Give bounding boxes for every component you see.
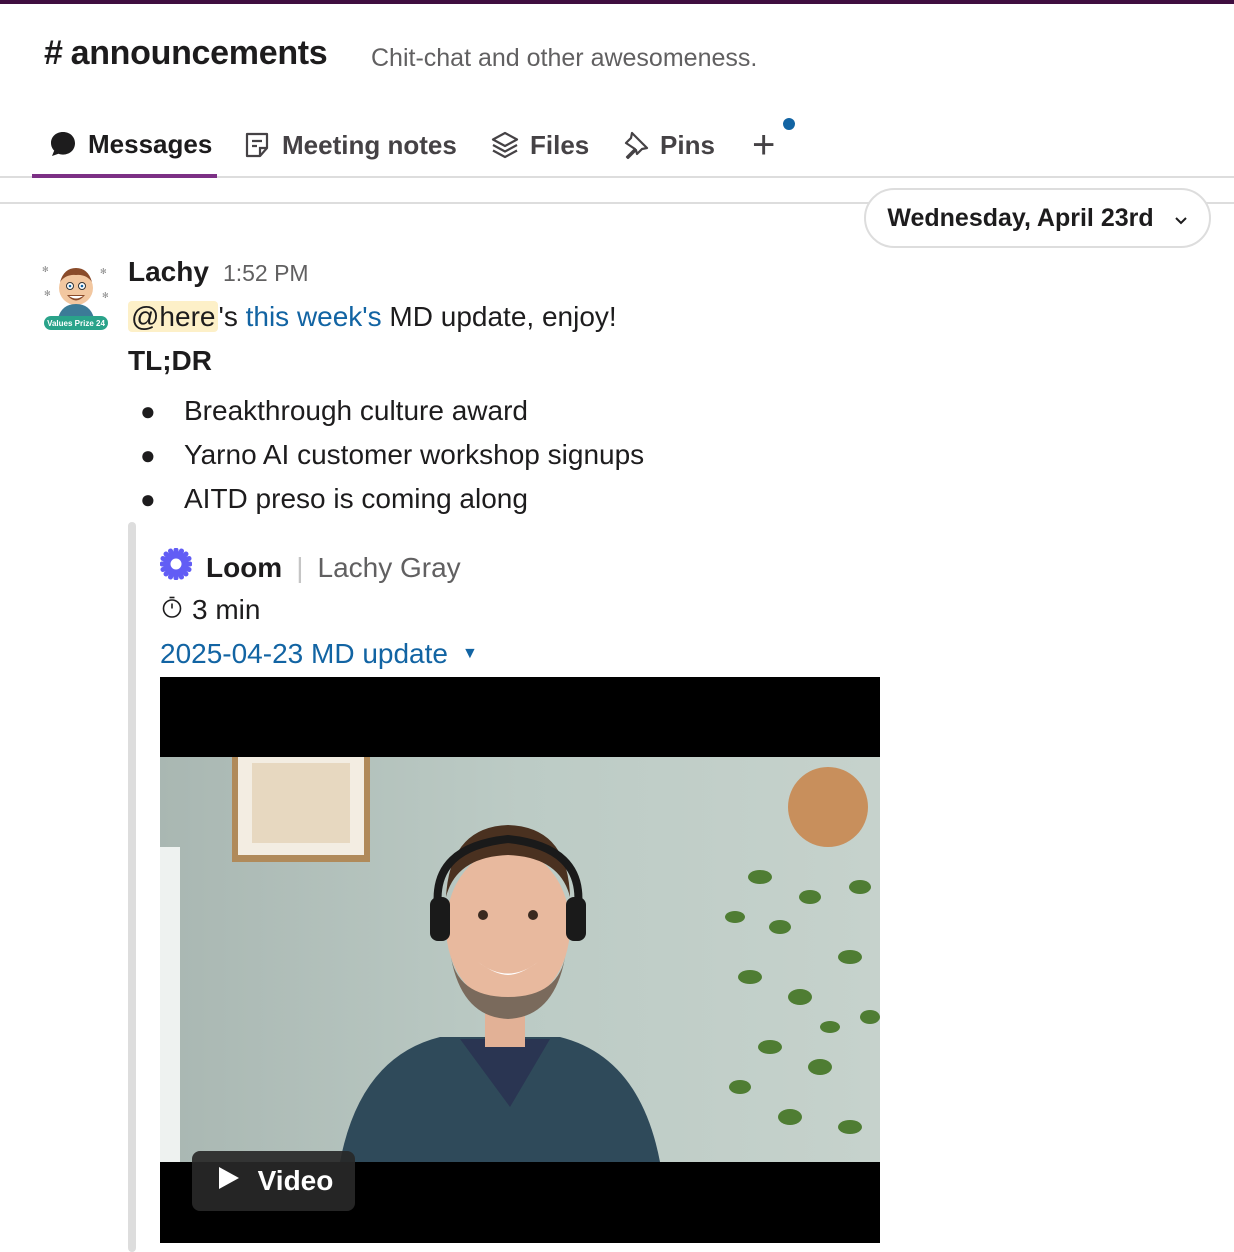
loom-source: Loom | Lachy Gray xyxy=(159,547,461,587)
message-text: @here's this week's MD update, enjoy! xyxy=(128,301,617,333)
svg-text:✻: ✻ xyxy=(42,265,49,274)
svg-text:✻: ✻ xyxy=(102,291,109,300)
channel-header: # announcements Chit-chat and other awes… xyxy=(0,4,1234,104)
duration-text: 3 min xyxy=(192,594,261,625)
tab-label: Pins xyxy=(660,129,715,160)
video-title-text: 2025-04-23 MD update xyxy=(160,638,448,669)
add-tab-button[interactable]: + xyxy=(738,114,789,176)
loom-logo-icon xyxy=(159,547,193,587)
chevron-down-icon xyxy=(1174,204,1188,233)
channel-topic[interactable]: Chit-chat and other awesomeness. xyxy=(371,44,757,73)
channel-hash: # xyxy=(44,34,63,72)
date-label: Wednesday, April 23rd xyxy=(887,203,1154,232)
video-label: Video xyxy=(257,1165,334,1196)
tab-label: Files xyxy=(530,129,590,160)
date-divider-button[interactable]: Wednesday, April 23rd xyxy=(864,188,1211,248)
channel-name[interactable]: # announcements xyxy=(44,34,328,73)
list-item-text: Breakthrough culture award xyxy=(184,395,528,426)
stopwatch-icon xyxy=(160,594,184,626)
bullet-icon: ● xyxy=(140,483,156,514)
chat-bubble-icon xyxy=(48,129,78,159)
plus-icon: + xyxy=(752,122,776,167)
message-text-part: 's xyxy=(218,301,246,332)
loom-author[interactable]: Lachy Gray xyxy=(318,552,461,584)
layers-icon xyxy=(490,130,520,160)
channel-name-label: announcements xyxy=(70,34,328,72)
tldr-list: ● Breakthrough culture award ● Yarno AI cu… xyxy=(140,389,644,521)
notification-dot xyxy=(783,118,795,130)
bullet-icon: ● xyxy=(140,439,156,470)
here-mention[interactable]: @here xyxy=(128,301,219,332)
avatar[interactable]: ✻ ✻ ✻ ✻ Values Prize 24 xyxy=(40,260,112,332)
loom-name: Loom xyxy=(206,551,283,583)
tab-files[interactable]: Files xyxy=(474,114,605,176)
message-timestamp[interactable]: 1:52 PM xyxy=(223,260,309,287)
tldr-heading: TL;DR xyxy=(128,345,212,376)
tab-pins[interactable]: Pins xyxy=(604,114,731,176)
notes-icon xyxy=(242,130,272,160)
play-icon xyxy=(214,1164,242,1199)
video-play-badge[interactable]: Video xyxy=(192,1151,355,1211)
tab-meeting-notes[interactable]: Meeting notes xyxy=(226,114,473,176)
attachment-bar xyxy=(128,522,136,1252)
list-item: ● AITD preso is coming along xyxy=(140,477,644,521)
video-duration: 3 min xyxy=(160,594,260,626)
author-name[interactable]: Lachy xyxy=(128,256,209,288)
tab-label: Messages xyxy=(88,128,213,159)
list-item: ● Breakthrough culture award xyxy=(140,389,644,433)
avatar-badge-text: Values Prize 24 xyxy=(47,319,105,328)
tab-messages[interactable]: Messages xyxy=(32,114,217,178)
video-title-link[interactable]: 2025-04-23 MD update ▼ xyxy=(160,638,478,670)
list-item: ● Yarno AI customer workshop signups xyxy=(140,433,644,477)
video-thumbnail xyxy=(160,757,880,1162)
this-weeks-link[interactable]: this week's xyxy=(246,301,382,332)
channel-tabs: Messages Meeting notes Files Pins + xyxy=(0,104,1234,178)
svg-text:✻: ✻ xyxy=(100,267,107,276)
video-player[interactable]: Video xyxy=(160,677,880,1243)
caret-down-icon: ▼ xyxy=(461,645,478,662)
list-item-text: Yarno AI customer workshop signups xyxy=(184,439,645,470)
svg-text:✻: ✻ xyxy=(44,289,51,298)
message-text-part: MD update, enjoy! xyxy=(381,301,617,332)
pin-icon xyxy=(620,130,650,160)
list-item-text: AITD preso is coming along xyxy=(184,483,528,514)
bullet-icon: ● xyxy=(140,395,156,426)
tab-label: Meeting notes xyxy=(282,129,457,160)
message-header: Lachy 1:52 PM xyxy=(128,256,309,288)
separator: | xyxy=(296,551,304,583)
